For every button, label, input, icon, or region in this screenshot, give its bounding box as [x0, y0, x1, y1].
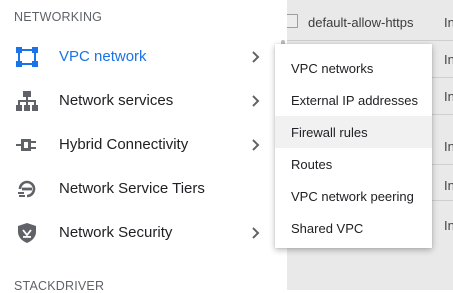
hybrid-connectivity-icon: [16, 135, 38, 155]
vpc-network-submenu: VPC networks External IP addresses Firew…: [275, 44, 432, 248]
chevron-right-icon: [248, 93, 262, 109]
submenu-item-external-ip-addresses[interactable]: External IP addresses: [275, 84, 432, 116]
direction-cell: In: [444, 52, 453, 67]
nav-item-network-services[interactable]: Network services: [0, 79, 287, 123]
nav-item-label: Network Service Tiers: [59, 180, 205, 197]
chevron-right-icon: [248, 137, 262, 153]
direction-cell: In: [444, 139, 453, 154]
direction-cell: In: [444, 178, 453, 193]
submenu-item-label: Firewall rules: [291, 125, 368, 140]
direction-cell: In: [444, 218, 453, 233]
submenu-item-label: Shared VPC: [291, 221, 364, 236]
submenu-item-label: External IP addresses: [291, 93, 418, 108]
vpc-network-icon: [16, 47, 38, 67]
nav-item-vpc-network[interactable]: VPC network: [0, 35, 287, 79]
network-security-icon: [16, 223, 38, 243]
submenu-item-firewall-rules[interactable]: Firewall rules: [275, 116, 432, 148]
chevron-right-icon: [248, 225, 262, 241]
nav-item-label: VPC network: [59, 48, 147, 65]
left-navigation: NETWORKING VPC network Network services …: [0, 0, 287, 293]
direction-cell: In: [444, 15, 453, 30]
nav-item-label: Network services: [59, 92, 174, 109]
submenu-item-vpc-networks[interactable]: VPC networks: [275, 52, 432, 84]
submenu-item-vpc-network-peering[interactable]: VPC network peering: [275, 180, 432, 212]
network-services-icon: [16, 91, 38, 111]
row-checkbox[interactable]: [287, 14, 298, 28]
network-service-tiers-icon: [16, 179, 38, 199]
nav-item-label: Network Security: [59, 224, 173, 241]
submenu-item-shared-vpc[interactable]: Shared VPC: [275, 212, 432, 244]
nav-item-network-service-tiers[interactable]: Network Service Tiers: [0, 167, 287, 211]
nav-item-label: Hybrid Connectivity: [59, 136, 189, 153]
chevron-right-icon: [248, 49, 262, 65]
section-title-networking: NETWORKING: [14, 10, 103, 24]
submenu-item-label: VPC networks: [291, 61, 374, 76]
firewall-rule-name[interactable]: default-allow-https: [308, 15, 414, 30]
direction-cell: In: [444, 89, 453, 104]
submenu-item-label: Routes: [291, 157, 333, 172]
nav-item-network-security[interactable]: Network Security: [0, 211, 287, 255]
nav-item-hybrid-connectivity[interactable]: Hybrid Connectivity: [0, 123, 287, 167]
table-divider: [287, 40, 453, 41]
section-title-stackdriver: STACKDRIVER: [14, 279, 105, 293]
submenu-item-routes[interactable]: Routes: [275, 148, 432, 180]
submenu-item-label: VPC network peering: [291, 189, 414, 204]
